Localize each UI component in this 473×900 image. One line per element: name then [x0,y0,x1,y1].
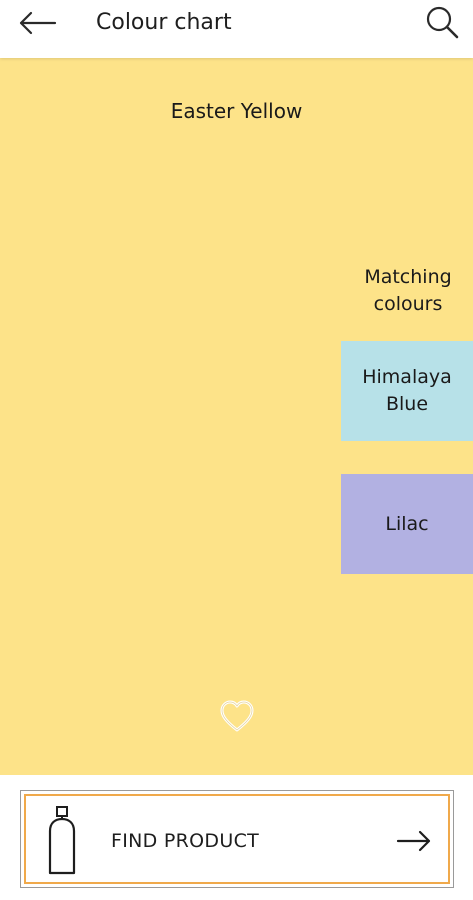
colour-chart-screen: Colour chart Easter Yellow Matching colo… [0,0,473,900]
heart-outline-icon [220,700,254,732]
swatch-label: Himalaya Blue [362,366,452,415]
arrow-right-icon [396,830,431,852]
matching-swatch-himalaya-blue[interactable]: Himalaya Blue [341,341,473,441]
favourite-button[interactable] [217,696,257,736]
app-header: Colour chart [0,0,473,58]
swatch-label: Lilac [385,512,429,535]
find-product-label: FIND PRODUCT [111,830,260,852]
page-title: Colour chart [96,10,232,35]
search-icon [426,6,459,39]
find-product-button[interactable]: FIND PRODUCT [20,790,454,888]
colour-preview-panel: Easter Yellow Matching colours Himalaya … [0,58,473,775]
matching-colours-heading: Matching colours [364,266,452,315]
spray-can-icon [48,806,76,875]
find-product-inner: FIND PRODUCT [24,794,450,884]
search-button[interactable] [420,2,464,42]
matching-swatch-lilac[interactable]: Lilac [341,474,473,574]
back-button[interactable] [14,6,60,40]
colour-name: Easter Yellow [170,99,303,123]
arrow-left-icon [19,11,57,35]
bottom-action-bar: FIND PRODUCT [0,775,473,900]
